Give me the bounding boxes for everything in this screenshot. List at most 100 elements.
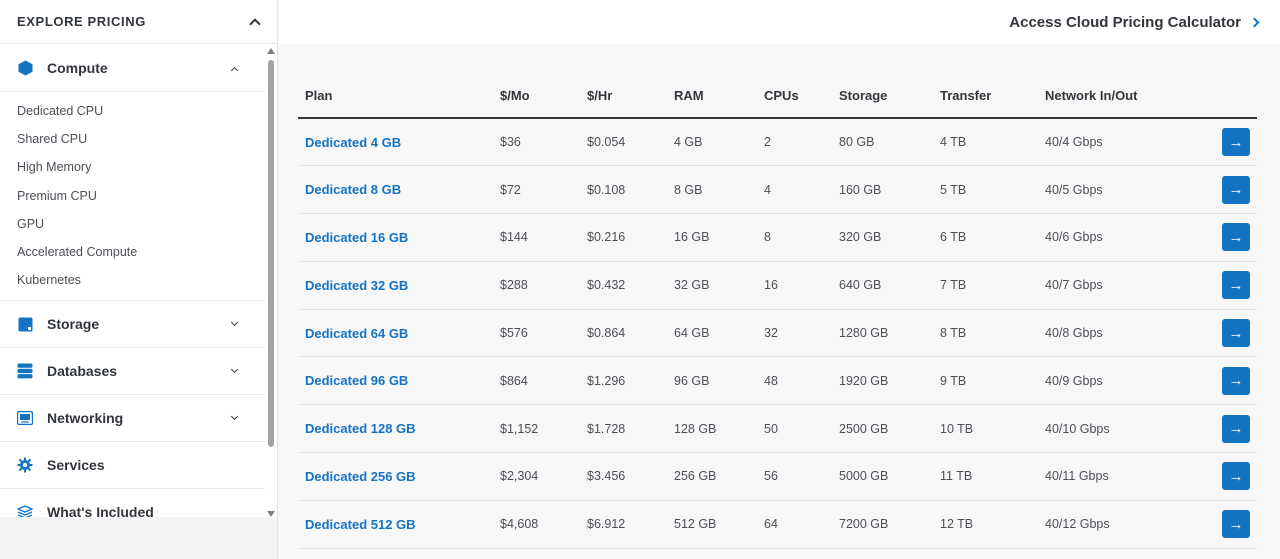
arrow-right-icon: →: [1228, 515, 1244, 533]
cell-storage: 160 GB: [839, 165, 940, 215]
main-content: Access Cloud Pricing Calculator Plan $/M…: [279, 0, 1280, 559]
cell-transfer: 9 TB: [940, 356, 1045, 406]
select-plan-button[interactable]: →: [1222, 462, 1250, 491]
cell-plan[interactable]: Dedicated 32 GB: [298, 261, 500, 310]
submenu-item-kubernetes[interactable]: Kubernetes: [17, 266, 265, 294]
compute-submenu: Dedicated CPU Shared CPU High Memory Pre…: [0, 92, 265, 302]
sidebar-title: EXPLORE PRICING: [17, 14, 146, 29]
sidebar-header[interactable]: EXPLORE PRICING: [0, 0, 277, 44]
submenu-item-premium-cpu[interactable]: Premium CPU: [17, 182, 265, 210]
cell-action: →: [1195, 452, 1257, 501]
select-plan-button[interactable]: →: [1222, 510, 1250, 539]
cell-storage: 7200 GB: [839, 500, 940, 549]
select-plan-button[interactable]: →: [1222, 319, 1250, 348]
cell-transfer: 11 TB: [940, 452, 1045, 501]
pricing-page: EXPLORE PRICING Compute Dedicated CPU Sh…: [0, 0, 1280, 559]
cell-cpus: 4: [764, 165, 839, 215]
chevron-down-icon: [230, 318, 239, 326]
database-icon: [17, 363, 33, 379]
cell-plan[interactable]: Dedicated 256 GB: [298, 452, 500, 501]
chevron-down-icon: [230, 365, 239, 373]
column-header-storage: Storage: [839, 74, 940, 119]
cell-network: 40/11 Gbps: [1045, 452, 1195, 501]
sidebar-item-services[interactable]: Services: [0, 442, 265, 490]
cell-hourly-price: $3.456: [587, 452, 674, 501]
sidebar-item-label: Services: [47, 457, 105, 474]
sidebar-item-storage[interactable]: Storage: [0, 301, 265, 349]
cell-plan[interactable]: Dedicated 16 GB: [298, 213, 500, 262]
column-header-monthly: $/Mo: [500, 74, 587, 119]
cell-storage: 1920 GB: [839, 356, 940, 406]
cell-monthly-price: $1,152: [500, 404, 587, 454]
cell-action: →: [1195, 404, 1257, 454]
cell-hourly-price: $0.216: [587, 213, 674, 262]
column-header-ram: RAM: [674, 74, 764, 119]
cell-cpus: 48: [764, 356, 839, 406]
column-header-cpus: CPUs: [764, 74, 839, 119]
chevron-right-icon: [1249, 17, 1260, 27]
cell-monthly-price: $288: [500, 261, 587, 310]
cell-monthly-price: $576: [500, 309, 587, 358]
cell-action: →: [1195, 309, 1257, 358]
cell-ram: 8 GB: [674, 165, 764, 215]
sidebar-item-databases[interactable]: Databases: [0, 348, 265, 396]
select-plan-button[interactable]: →: [1222, 366, 1250, 395]
cell-network: 40/8 Gbps: [1045, 309, 1195, 358]
submenu-item-accelerated-compute[interactable]: Accelerated Compute: [17, 238, 265, 266]
cell-action: →: [1195, 356, 1257, 406]
cell-storage: 5000 GB: [839, 452, 940, 501]
table-header-row: Plan $/Mo $/Hr RAM CPUs Storage Transfer…: [298, 74, 1257, 119]
cell-network: 40/5 Gbps: [1045, 165, 1195, 215]
cell-ram: 64 GB: [674, 309, 764, 358]
cell-plan[interactable]: Dedicated 96 GB: [298, 356, 500, 406]
cell-plan[interactable]: Dedicated 128 GB: [298, 404, 500, 454]
cell-transfer: 6 TB: [940, 213, 1045, 262]
sidebar-item-compute[interactable]: Compute: [0, 45, 265, 92]
select-plan-button[interactable]: →: [1222, 414, 1250, 443]
hexagon-icon: [17, 60, 33, 76]
cell-monthly-price: $144: [500, 213, 587, 262]
network-icon: [17, 410, 33, 426]
cell-transfer: 8 TB: [940, 309, 1045, 358]
table-row: Dedicated 32 GB $288 $0.432 32 GB 16 640 GB 7 …: [298, 261, 1257, 310]
cell-transfer: 7 TB: [940, 261, 1045, 310]
chevron-up-icon[interactable]: [249, 17, 261, 30]
submenu-item-dedicated-cpu[interactable]: Dedicated CPU: [17, 97, 265, 125]
scroll-up-arrow-icon[interactable]: [267, 48, 275, 54]
storage-icon: [17, 316, 33, 332]
calculator-link[interactable]: Access Cloud Pricing Calculator: [1009, 14, 1260, 31]
column-header-action: [1195, 74, 1257, 119]
cell-monthly-price: $4,608: [500, 500, 587, 549]
submenu-item-shared-cpu[interactable]: Shared CPU: [17, 125, 265, 153]
cell-network: 40/12 Gbps: [1045, 500, 1195, 549]
select-plan-button[interactable]: →: [1222, 175, 1250, 204]
submenu-item-gpu[interactable]: GPU: [17, 210, 265, 238]
table-row: Dedicated 16 GB $144 $0.216 16 GB 8 320 GB 6 T…: [298, 213, 1257, 262]
select-plan-button[interactable]: →: [1222, 128, 1250, 157]
select-plan-button[interactable]: →: [1222, 223, 1250, 252]
sidebar-item-networking[interactable]: Networking: [0, 395, 265, 443]
cell-cpus: 32: [764, 309, 839, 358]
cell-ram: 4 GB: [674, 118, 764, 167]
sidebar-scrollbar[interactable]: [266, 45, 276, 519]
table-row: Dedicated 512 GB $4,608 $6.912 512 GB 64 7200…: [298, 500, 1257, 549]
pricing-table-body: Dedicated 4 GB $36 $0.054 4 GB 2 80 GB 4 TB 40/…: [298, 118, 1257, 549]
cell-cpus: 50: [764, 404, 839, 454]
cell-plan[interactable]: Dedicated 8 GB: [298, 165, 500, 215]
cell-transfer: 4 TB: [940, 118, 1045, 167]
cell-cpus: 16: [764, 261, 839, 310]
arrow-right-icon: →: [1228, 420, 1244, 438]
select-plan-button[interactable]: →: [1222, 271, 1250, 300]
scrollbar-thumb[interactable]: [268, 60, 274, 447]
cell-hourly-price: $6.912: [587, 500, 674, 549]
cell-plan[interactable]: Dedicated 512 GB: [298, 500, 500, 549]
cell-plan[interactable]: Dedicated 64 GB: [298, 309, 500, 358]
cell-ram: 128 GB: [674, 404, 764, 454]
top-bar: Access Cloud Pricing Calculator: [279, 0, 1280, 44]
cell-hourly-price: $0.054: [587, 118, 674, 167]
cell-storage: 320 GB: [839, 213, 940, 262]
submenu-item-high-memory[interactable]: High Memory: [17, 153, 265, 181]
pricing-table: Plan $/Mo $/Hr RAM CPUs Storage Transfer…: [298, 74, 1257, 549]
cell-plan[interactable]: Dedicated 4 GB: [298, 118, 500, 167]
sidebar-nav: Compute Dedicated CPU Shared CPU High Me…: [0, 45, 265, 537]
